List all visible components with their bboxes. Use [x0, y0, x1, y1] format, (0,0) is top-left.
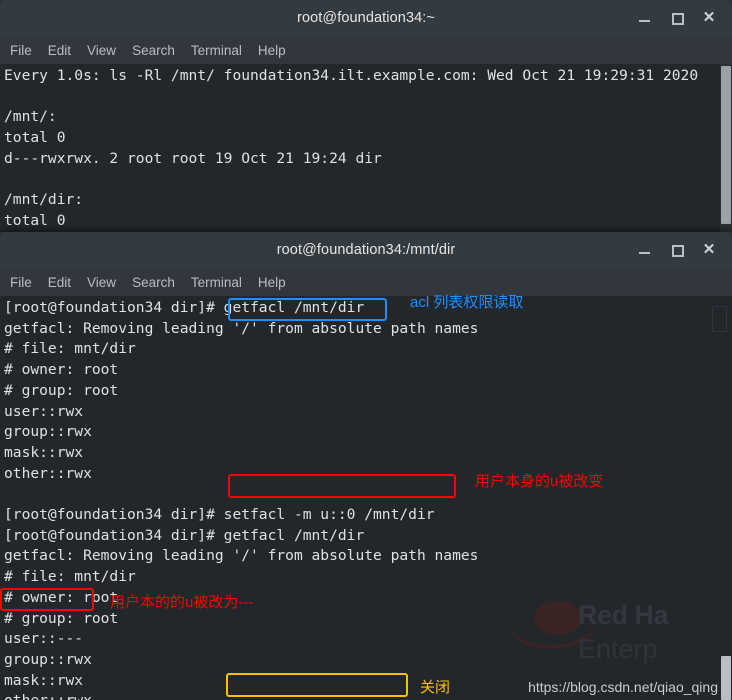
minimize-icon[interactable] — [638, 243, 652, 257]
menubar-bottom: File Edit View Search Terminal Help — [0, 268, 732, 297]
menu-item-terminal[interactable]: Terminal — [191, 43, 242, 58]
watermark-line-2: Enterp — [578, 634, 658, 664]
menu-item-search[interactable]: Search — [132, 43, 175, 58]
window-title-top: root@foundation34:~ — [297, 10, 435, 26]
close-icon[interactable]: ✕ — [702, 10, 716, 25]
titlebar-top[interactable]: root@foundation34:~ ✕ — [0, 0, 732, 36]
terminal-window-top[interactable]: root@foundation34:~ ✕ File Edit View Sea… — [0, 0, 732, 242]
scrollbar-thumb-bottom[interactable] — [721, 656, 731, 700]
terminal-output-bottom[interactable]: Red Ha Enterp [root@foundation34 dir]# g… — [0, 296, 732, 700]
redhat-hat-icon — [512, 601, 598, 649]
menubar-top: File Edit View Search Terminal Help — [0, 36, 732, 65]
titlebar-bottom[interactable]: root@foundation34:/mnt/dir ✕ — [0, 232, 732, 268]
window-controls-bottom: ✕ — [638, 232, 724, 268]
menu-item-edit[interactable]: Edit — [48, 43, 71, 58]
menu-item-search[interactable]: Search — [132, 275, 175, 290]
terminal-window-bottom[interactable]: root@foundation34:/mnt/dir ✕ File Edit V… — [0, 232, 732, 700]
watermark-line-1: Red Ha — [578, 600, 669, 630]
scrollbar-bottom[interactable] — [720, 296, 732, 700]
window-title-bottom: root@foundation34:/mnt/dir — [276, 242, 456, 258]
menu-item-file[interactable]: File — [10, 43, 32, 58]
terminal-output-top[interactable]: Every 1.0s: ls -Rl /mnt/ foundation34.il… — [0, 64, 732, 242]
menu-item-file[interactable]: File — [10, 275, 32, 290]
menu-item-help[interactable]: Help — [258, 43, 286, 58]
menu-item-view[interactable]: View — [87, 275, 116, 290]
minimize-icon[interactable] — [638, 11, 652, 25]
scrollbar-thumb-top[interactable] — [721, 66, 731, 224]
terminal-text-bottom: [root@foundation34 dir]# getfacl /mnt/di… — [4, 299, 479, 700]
menu-item-edit[interactable]: Edit — [48, 275, 71, 290]
menu-item-help[interactable]: Help — [258, 275, 286, 290]
maximize-icon[interactable] — [670, 243, 684, 257]
maximize-icon[interactable] — [670, 11, 684, 25]
close-icon[interactable]: ✕ — [702, 242, 716, 257]
csdn-blog-url: https://blog.csdn.net/qiao_qing — [528, 679, 718, 695]
scrollbar-top[interactable] — [720, 64, 732, 242]
menu-item-view[interactable]: View — [87, 43, 116, 58]
redhat-watermark: Red Ha Enterp — [482, 586, 732, 686]
window-controls-top: ✕ — [638, 0, 724, 36]
terminal-text-top: Every 1.0s: ls -Rl /mnt/ foundation34.il… — [4, 67, 699, 242]
menu-item-terminal[interactable]: Terminal — [191, 275, 242, 290]
